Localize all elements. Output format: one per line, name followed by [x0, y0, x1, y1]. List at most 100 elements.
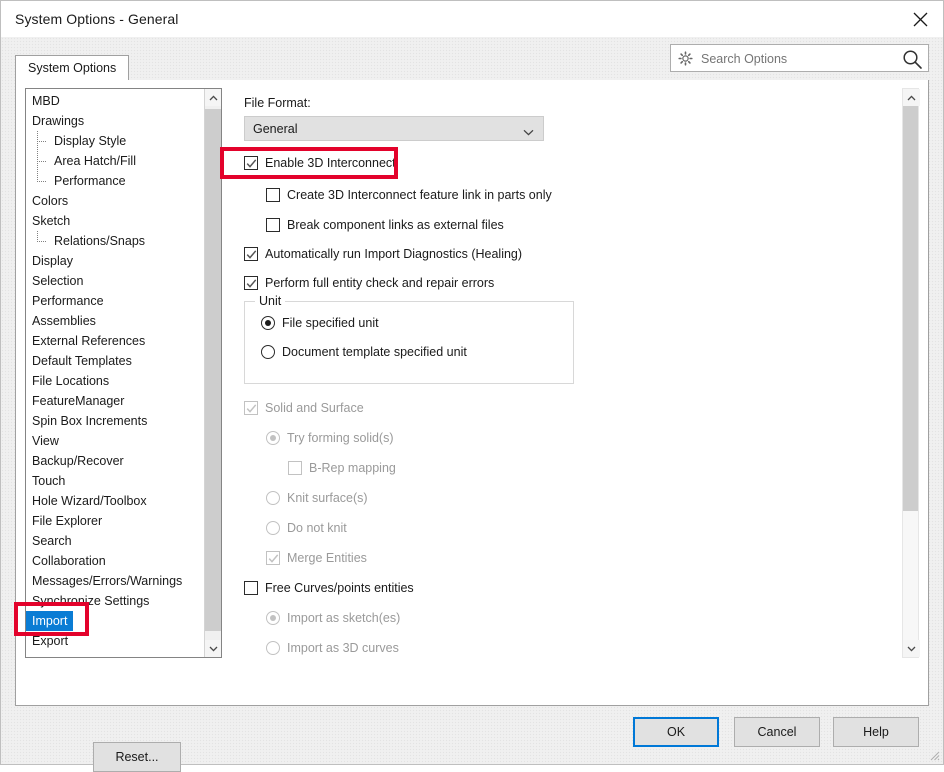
reset-button[interactable]: Reset...: [93, 742, 181, 772]
resize-grip[interactable]: [927, 748, 940, 761]
knit-surfaces-label: Knit surface(s): [287, 491, 368, 505]
reset-button-label: Reset...: [115, 750, 158, 764]
tab-label: System Options: [28, 61, 116, 75]
import-as-sketches-radio: [266, 611, 280, 625]
document-template-unit-radio[interactable]: [261, 345, 275, 359]
sidebar-item-featuremanager[interactable]: FeatureManager: [26, 391, 205, 411]
check-icon: [246, 249, 257, 263]
sidebar-item-display[interactable]: Display: [26, 251, 205, 271]
sidebar-item-default-templates[interactable]: Default Templates: [26, 351, 205, 371]
unit-group-box: Unit File specified unit Document templa…: [244, 301, 574, 384]
document-template-unit-label: Document template specified unit: [282, 345, 467, 359]
solid-and-surface-checkbox: [244, 401, 258, 415]
annotation-enable-3d-interconnect: [220, 147, 398, 179]
chevron-down-icon: [523, 125, 534, 139]
brep-mapping-row: B-Rep mapping: [288, 461, 396, 475]
create-feature-link-checkbox[interactable]: [266, 188, 280, 202]
try-forming-solids-label: Try forming solid(s): [287, 431, 394, 445]
free-curves-row[interactable]: Free Curves/points entities: [244, 581, 414, 595]
sidebar-item-sketch[interactable]: Sketch: [26, 211, 205, 231]
sidebar-item-selection[interactable]: Selection: [26, 271, 205, 291]
annotation-import-category: [14, 602, 89, 636]
ok-button[interactable]: OK: [633, 717, 719, 747]
sidebar-item-file-locations[interactable]: File Locations: [26, 371, 205, 391]
do-not-knit-radio: [266, 521, 280, 535]
import-as-3d-curves-radio: [266, 641, 280, 655]
tree-scroll-up-button[interactable]: [205, 89, 222, 106]
sidebar-item-assemblies[interactable]: Assemblies: [26, 311, 205, 331]
solid-and-surface-label: Solid and Surface: [265, 401, 364, 415]
sidebar-item-backup-recover[interactable]: Backup/Recover: [26, 451, 205, 471]
sidebar-item-hole-wizard-toolbox[interactable]: Hole Wizard/Toolbox: [26, 491, 205, 511]
sidebar-item-relations-snaps[interactable]: Relations/Snaps: [26, 231, 205, 251]
tree-scroll-down-button[interactable]: [205, 640, 222, 657]
do-not-knit-row: Do not knit: [266, 521, 347, 535]
ok-button-label: OK: [667, 725, 685, 739]
free-curves-label: Free Curves/points entities: [265, 581, 414, 595]
help-button-label: Help: [863, 725, 889, 739]
do-not-knit-label: Do not knit: [287, 521, 347, 535]
sidebar-item-search[interactable]: Search: [26, 531, 205, 551]
options-scroll-up-button[interactable]: [903, 89, 920, 106]
tab-system-options[interactable]: System Options: [15, 55, 129, 80]
sidebar-item-performance[interactable]: Performance: [26, 171, 205, 191]
cancel-button[interactable]: Cancel: [734, 717, 820, 747]
check-icon: [246, 403, 257, 417]
sidebar-item-display-style[interactable]: Display Style: [26, 131, 205, 151]
tree-scrollbar-thumb[interactable]: [205, 109, 222, 631]
sidebar-item-performance[interactable]: Performance: [26, 291, 205, 311]
file-specified-unit-label: File specified unit: [282, 316, 379, 330]
merge-entities-checkbox: [266, 551, 280, 565]
sidebar-item-external-references[interactable]: External References: [26, 331, 205, 351]
file-format-dropdown[interactable]: General: [244, 116, 544, 141]
file-specified-unit-radio[interactable]: [261, 316, 275, 330]
help-button[interactable]: Help: [833, 717, 919, 747]
free-curves-checkbox[interactable]: [244, 581, 258, 595]
create-feature-link-row[interactable]: Create 3D Interconnect feature link in p…: [266, 188, 552, 202]
sidebar-item-area-hatch-fill[interactable]: Area Hatch/Fill: [26, 151, 205, 171]
break-component-links-label: Break component links as external files: [287, 218, 504, 232]
sidebar-item-drawings[interactable]: Drawings: [26, 111, 205, 131]
sidebar-item-mbd[interactable]: MBD: [26, 91, 205, 111]
unit-group-title: Unit: [255, 294, 285, 308]
knit-surfaces-radio: [266, 491, 280, 505]
sidebar-item-file-explorer[interactable]: File Explorer: [26, 511, 205, 531]
sidebar-item-messages-errors-warnings[interactable]: Messages/Errors/Warnings: [26, 571, 205, 591]
check-icon: [246, 278, 257, 292]
file-format-label: File Format:: [244, 96, 311, 110]
document-template-unit-row[interactable]: Document template specified unit: [261, 345, 467, 359]
sidebar-item-touch[interactable]: Touch: [26, 471, 205, 491]
knit-surfaces-row: Knit surface(s): [266, 491, 368, 505]
auto-import-diagnostics-row[interactable]: Automatically run Import Diagnostics (He…: [244, 247, 522, 261]
sidebar-item-collaboration[interactable]: Collaboration: [26, 551, 205, 571]
break-component-links-checkbox[interactable]: [266, 218, 280, 232]
tree-scrollbar[interactable]: [204, 89, 221, 657]
sidebar-item-colors[interactable]: Colors: [26, 191, 205, 211]
auto-import-diagnostics-checkbox[interactable]: [244, 247, 258, 261]
options-content-card: MBDDrawingsDisplay StyleArea Hatch/FillP…: [15, 80, 929, 706]
options-scrollbar-thumb[interactable]: [903, 106, 918, 511]
perform-entity-check-row[interactable]: Perform full entity check and repair err…: [244, 276, 494, 290]
create-feature-link-label: Create 3D Interconnect feature link in p…: [287, 188, 552, 202]
brep-mapping-label: B-Rep mapping: [309, 461, 396, 475]
file-specified-unit-row[interactable]: File specified unit: [261, 316, 379, 330]
radio-dot: [270, 435, 276, 441]
close-icon[interactable]: [897, 1, 943, 37]
file-format-value: General: [253, 122, 297, 136]
merge-entities-row: Merge Entities: [266, 551, 367, 565]
merge-entities-label: Merge Entities: [287, 551, 367, 565]
options-scrollbar[interactable]: [902, 88, 919, 658]
auto-import-diagnostics-label: Automatically run Import Diagnostics (He…: [265, 247, 522, 261]
import-as-3d-curves-label: Import as 3D curves: [287, 641, 399, 655]
sidebar-item-spin-box-increments[interactable]: Spin Box Increments: [26, 411, 205, 431]
perform-entity-check-checkbox[interactable]: [244, 276, 258, 290]
sidebar-item-view[interactable]: View: [26, 431, 205, 451]
try-forming-solids-row: Try forming solid(s): [266, 431, 394, 445]
tree-items-container: MBDDrawingsDisplay StyleArea Hatch/FillP…: [26, 91, 205, 658]
import-as-sketches-label: Import as sketch(es): [287, 611, 400, 625]
options-category-tree[interactable]: MBDDrawingsDisplay StyleArea Hatch/FillP…: [25, 88, 222, 658]
radio-dot: [270, 615, 276, 621]
options-scroll-down-button[interactable]: [903, 640, 920, 657]
perform-entity-check-label: Perform full entity check and repair err…: [265, 276, 494, 290]
break-component-links-row[interactable]: Break component links as external files: [266, 218, 504, 232]
